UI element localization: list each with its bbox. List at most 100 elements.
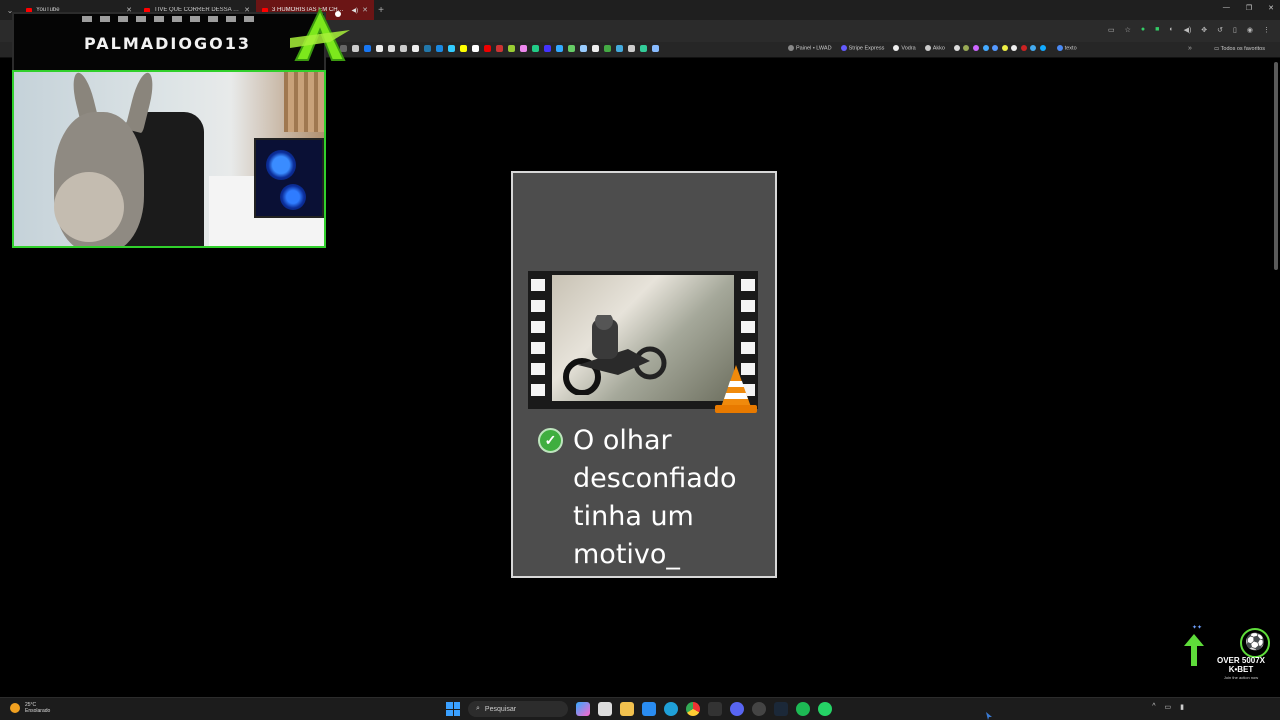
bookmark-icon[interactable] [1020, 45, 1027, 51]
bookmark-icon[interactable] [1030, 45, 1037, 51]
puzzle-icon[interactable]: ✥ [1201, 26, 1207, 34]
motorcycle-image [563, 315, 667, 395]
whatsapp-icon[interactable] [818, 702, 832, 716]
spotify-icon[interactable] [796, 702, 810, 716]
star-icon[interactable]: ☆ [1125, 26, 1131, 34]
bookmark-icon[interactable] [568, 45, 575, 52]
bookmark-icon[interactable] [616, 45, 623, 52]
bookmark-icon[interactable] [424, 45, 431, 52]
chevron-up-icon[interactable]: ^ [1152, 703, 1155, 711]
bookmark-icon[interactable] [532, 45, 539, 52]
bookmark-icon[interactable] [992, 45, 999, 51]
bookmark-icon[interactable] [628, 45, 635, 52]
bookmark-icon[interactable] [1001, 45, 1008, 51]
bookmark-icon[interactable] [508, 45, 515, 52]
new-tab-button[interactable]: + [374, 5, 388, 16]
file-name-label: O olhar desconfiado tinha um motivo_ [573, 425, 737, 570]
edge-icon[interactable] [664, 702, 678, 716]
bookmark-icon[interactable] [544, 45, 551, 52]
network-icon[interactable]: ▭ [1165, 703, 1172, 711]
bookmark-icon[interactable] [412, 45, 419, 52]
all-favorites-folder[interactable]: ▭ Todos os favoritos [1214, 46, 1265, 52]
minimize-icon[interactable]: — [1223, 4, 1230, 12]
toolbar-icons: ▭ ☆ ● ■ ◐ ◀) ✥ ↺ ▯ ◉ ⋮ [1108, 26, 1270, 34]
bookmark-icon[interactable] [520, 45, 527, 52]
copilot-icon[interactable] [576, 702, 590, 716]
page-scrollbar[interactable] [1274, 62, 1278, 270]
bookmark-icon[interactable] [400, 45, 407, 52]
bookmark-icon[interactable] [640, 45, 647, 52]
menu-icon[interactable]: ⋮ [1263, 26, 1270, 34]
bookmark-item[interactable]: Akko [924, 45, 945, 51]
vlc-cone-icon [715, 365, 757, 413]
profile-icon[interactable]: ◉ [1247, 26, 1253, 34]
close-window-icon[interactable]: ✕ [1268, 4, 1274, 12]
close-icon[interactable]: ✕ [362, 6, 368, 14]
window-controls: — ❐ ✕ [1223, 4, 1274, 12]
bookmark-icon[interactable] [652, 45, 659, 52]
bookmark-icon[interactable] [376, 45, 383, 52]
speaker-icon[interactable]: ◀) [1184, 26, 1192, 34]
system-tray: ^ ▭ ▮ [1152, 703, 1184, 711]
weather-text: 25°C Ensolarado [25, 702, 50, 714]
search-placeholder: Pesquisar [484, 705, 517, 713]
bookmark-label: Painel • LWAD [796, 45, 832, 52]
vscode-icon[interactable] [642, 702, 656, 716]
bookmark-icon[interactable] [352, 45, 359, 52]
video-file-item[interactable]: ✓ O olhar desconfiado tinha um motivo_ [511, 171, 777, 578]
bookmark-icon[interactable] [484, 45, 491, 52]
history-icon[interactable]: ↺ [1217, 26, 1223, 34]
bookmark-icon[interactable] [556, 45, 563, 52]
chrome-icon[interactable] [686, 702, 700, 716]
windows-start-icon[interactable] [446, 702, 460, 716]
bookmark-icon[interactable] [1011, 45, 1018, 51]
taskbar-search[interactable]: ⌕ Pesquisar [468, 701, 568, 717]
bookmark-item[interactable]: Painel • LWAD [788, 45, 832, 51]
bookmark-icon[interactable] [472, 45, 479, 52]
bookmark-icon[interactable] [973, 45, 979, 51]
speaker-icon[interactable]: ◀) [352, 7, 359, 14]
mic-icon[interactable]: ▮ [1180, 703, 1184, 711]
extension-icon[interactable]: ● [1141, 26, 1145, 34]
extension-icon[interactable]: ■ [1155, 26, 1159, 34]
soccer-ball-icon: ⚽ [1240, 628, 1270, 658]
bookmark-item[interactable]: Stripe Express [840, 45, 884, 51]
steam-icon[interactable] [774, 702, 788, 716]
promo-widget[interactable]: ✦✦ ⚽ OVER 5007X K•BET Join the action no… [1180, 624, 1276, 684]
bookmark-icon[interactable] [1039, 45, 1046, 51]
extension-icon[interactable]: ◐ [1169, 26, 1173, 34]
bookmark-icon[interactable] [604, 45, 611, 52]
webcam-feed [12, 70, 326, 248]
bookmark-item[interactable]: Vodra [893, 45, 916, 51]
weather-desc: Ensolarado [25, 708, 51, 714]
windows-taskbar: 25°C Ensolarado ⌕ Pesquisar ^ ▭ ▮ [0, 697, 1280, 720]
bookmark-icon[interactable] [592, 45, 599, 52]
bookmark-icon[interactable] [460, 45, 467, 52]
bookmark-icon[interactable] [388, 45, 395, 52]
file-explorer-icon[interactable] [620, 702, 634, 716]
bookmark-icon[interactable] [580, 45, 587, 52]
obs-icon[interactable] [752, 702, 766, 716]
store-icon[interactable] [598, 702, 612, 716]
capcut-icon[interactable] [708, 702, 722, 716]
weather-widget[interactable]: 25°C Ensolarado [10, 702, 50, 714]
bookmark-icon[interactable] [982, 45, 989, 51]
bookmark-icon[interactable] [496, 45, 503, 52]
all-favorites-label: Todos os favoritos [1220, 46, 1265, 52]
bookmark-icons-group [953, 45, 1048, 51]
bookmark-icon[interactable] [963, 45, 970, 51]
discord-icon[interactable] [730, 702, 744, 716]
cast-icon[interactable]: ▭ [1108, 26, 1115, 34]
bookmark-label: texto [1064, 45, 1077, 52]
bookmark-item[interactable]: texto [1056, 45, 1077, 52]
bookmark-icon[interactable] [953, 45, 960, 51]
bookmark-icon[interactable] [448, 45, 455, 52]
bookmark-icon[interactable] [364, 45, 371, 52]
promo-flag-icon: ✦✦ [1192, 625, 1203, 631]
restore-icon[interactable]: ❐ [1246, 4, 1252, 12]
chevron-right-icon[interactable]: » [1188, 45, 1192, 52]
decorative-dashes [82, 16, 262, 22]
split-icon[interactable]: ▯ [1233, 26, 1237, 34]
sun-icon [10, 703, 20, 713]
bookmark-icon[interactable] [436, 45, 443, 52]
